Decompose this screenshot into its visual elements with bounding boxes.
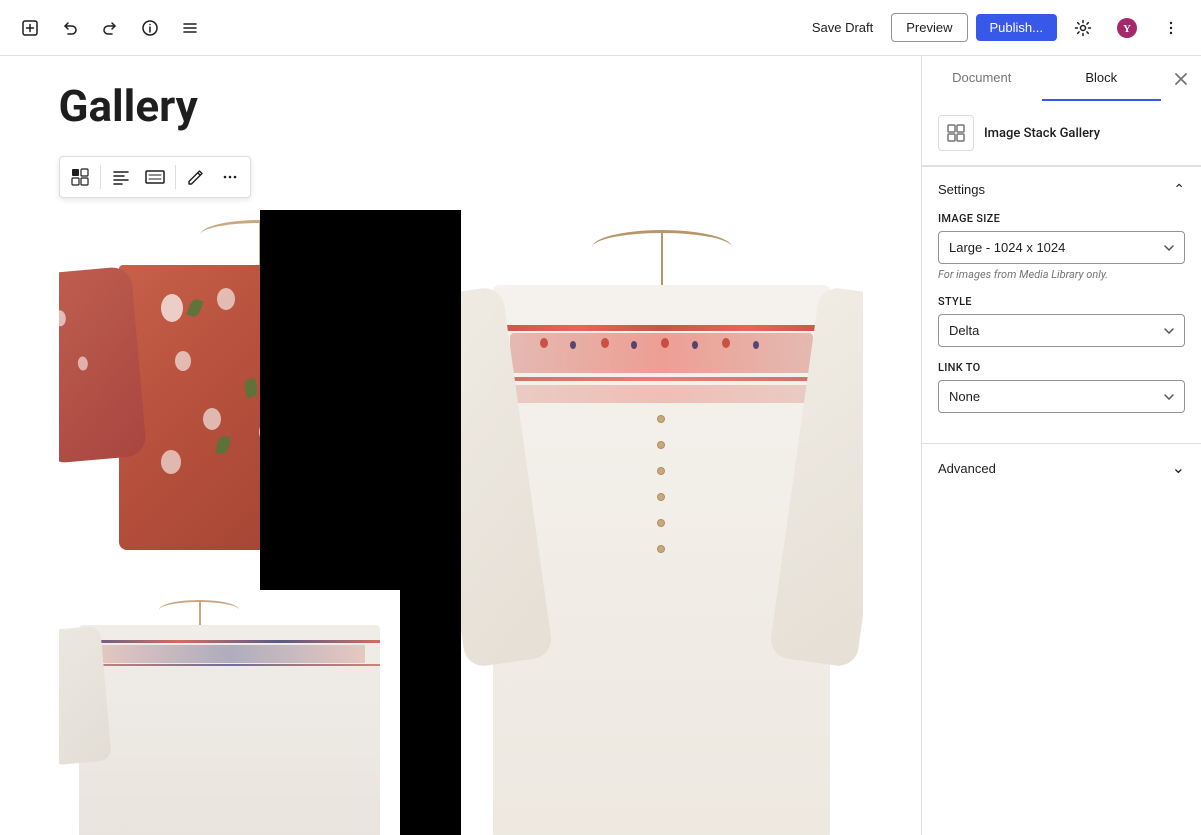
edit-button[interactable]: [180, 161, 212, 193]
change-block-type-button[interactable]: [64, 161, 96, 193]
svg-text:Y: Y: [1123, 23, 1131, 35]
style-group: Style Delta: [938, 295, 1185, 347]
image-size-hint: For images from Media Library only.: [938, 268, 1185, 281]
settings-button[interactable]: [1065, 10, 1101, 46]
redo-button[interactable]: [92, 10, 128, 46]
block-toolbar: [59, 156, 251, 198]
add-block-button[interactable]: [12, 10, 48, 46]
toolbar-left: [12, 10, 208, 46]
close-sidebar-button[interactable]: [1161, 57, 1201, 101]
settings-section-title: Settings: [938, 182, 985, 197]
sidebar-tabs-row: Document Block: [922, 56, 1201, 101]
block-info: Image Stack Gallery: [922, 101, 1201, 166]
settings-section-toggle[interactable]: Settings: [922, 167, 1201, 212]
preview-button[interactable]: Preview: [891, 13, 967, 42]
settings-chevron-icon: [1173, 181, 1185, 198]
save-draft-button[interactable]: Save Draft: [802, 14, 883, 41]
document-tab[interactable]: Document: [922, 56, 1042, 101]
block-icon: [938, 115, 974, 151]
editor-inner: Gallery: [11, 56, 911, 835]
advanced-section-toggle[interactable]: Advanced: [922, 444, 1201, 492]
yoast-button[interactable]: Y: [1109, 10, 1145, 46]
gallery-item-3[interactable]: [59, 590, 461, 835]
block-name-label: Image Stack Gallery: [984, 126, 1100, 141]
align-wide-button[interactable]: [139, 161, 171, 193]
style-select[interactable]: Delta: [938, 314, 1185, 347]
more-options-button[interactable]: [1153, 10, 1189, 46]
gallery-item-1[interactable]: [59, 210, 461, 590]
gallery-item-2[interactable]: [461, 210, 863, 835]
toolbar-divider-1: [100, 165, 101, 189]
image-gallery: [59, 210, 863, 835]
info-button[interactable]: [132, 10, 168, 46]
link-to-label: Link to: [938, 361, 1185, 374]
publish-button[interactable]: Publish...: [976, 14, 1057, 41]
list-view-button[interactable]: [172, 10, 208, 46]
link-to-select[interactable]: None: [938, 380, 1185, 413]
undo-button[interactable]: [52, 10, 88, 46]
settings-section-body: Image Size Large - 1024 x 1024 For image…: [922, 212, 1201, 443]
block-tab[interactable]: Block: [1042, 56, 1162, 101]
toolbar-right: Save Draft Preview Publish... Y: [802, 10, 1189, 46]
top-toolbar: Save Draft Preview Publish... Y: [0, 0, 1201, 56]
page-title: Gallery: [59, 80, 863, 132]
style-label: Style: [938, 295, 1185, 308]
editor-area: Gallery: [0, 56, 921, 835]
align-left-button[interactable]: [105, 161, 137, 193]
more-block-options-button[interactable]: [214, 161, 246, 193]
image-size-group: Image Size Large - 1024 x 1024 For image…: [938, 212, 1185, 281]
sidebar: Document Block: [921, 56, 1201, 835]
image-size-label: Image Size: [938, 212, 1185, 225]
advanced-chevron-icon: [1172, 458, 1185, 478]
main-area: Gallery: [0, 56, 1201, 835]
toolbar-divider-2: [175, 165, 176, 189]
sidebar-content: Image Stack Gallery Settings Image Size …: [922, 101, 1201, 835]
image-size-select[interactable]: Large - 1024 x 1024: [938, 231, 1185, 264]
advanced-section-title: Advanced: [938, 461, 996, 476]
link-to-group: Link to None: [938, 361, 1185, 413]
